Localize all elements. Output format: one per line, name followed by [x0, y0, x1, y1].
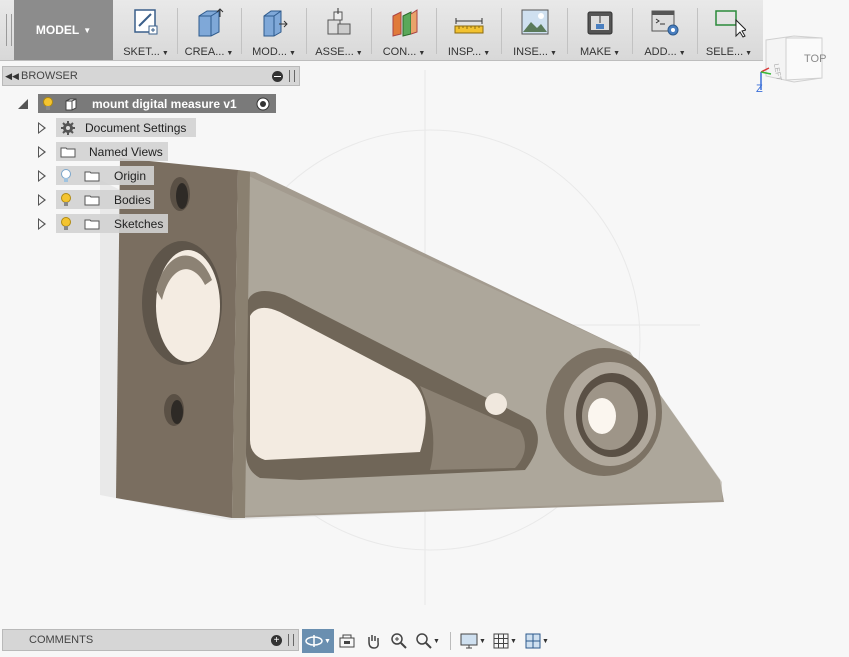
- tree-node[interactable]: Sketches: [56, 214, 168, 233]
- create-box-icon: [198, 8, 224, 37]
- pan-hand-icon: [368, 635, 379, 649]
- browser-title: BROWSER: [21, 70, 78, 82]
- minimize-icon[interactable]: [272, 70, 283, 82]
- assemble-icon: [327, 8, 351, 35]
- zoom-window-icon: [416, 633, 432, 649]
- collapse-panel-icon[interactable]: ◀◀: [3, 71, 21, 82]
- make-menu[interactable]: MAKE ▼: [572, 4, 628, 58]
- inspect-menu[interactable]: INSP... ▼: [441, 4, 497, 58]
- toolbar-grip[interactable]: [6, 14, 12, 46]
- tool-label: MAKE: [579, 46, 612, 58]
- modify-icon: [263, 10, 288, 37]
- tree-node[interactable]: Named Views: [56, 142, 168, 161]
- select-menu[interactable]: SELE... ▼: [701, 4, 757, 58]
- tree-node[interactable]: Origin: [56, 166, 154, 185]
- toolbar: MODEL ▼ SKET... ▼ CREA... ▼ MOD... ▼ ASS…: [0, 0, 763, 61]
- pan-button[interactable]: [360, 629, 386, 653]
- tree-item-label: Bodies: [114, 192, 151, 207]
- lightbulb-off-icon[interactable]: [60, 168, 72, 183]
- look-at-icon: [339, 634, 355, 648]
- expand-toggle-icon[interactable]: [38, 170, 46, 182]
- tool-label: ASSE...: [315, 46, 354, 58]
- pin-icon[interactable]: [289, 70, 295, 82]
- tool-label: INSE...: [513, 46, 548, 58]
- construct-menu[interactable]: CON... ▼: [376, 4, 432, 58]
- folder-icon: [84, 219, 100, 229]
- tool-label: CON...: [382, 46, 417, 58]
- tree-item-origin[interactable]: Origin: [0, 166, 300, 186]
- tree-item-label: Named Views: [89, 144, 163, 159]
- construct-icon: [392, 9, 418, 37]
- folder-icon: [60, 147, 76, 157]
- select-icon: [715, 10, 746, 38]
- assemble-menu[interactable]: ASSE... ▼: [311, 4, 367, 58]
- expand-toggle-icon[interactable]: [38, 194, 46, 206]
- activate-radio-icon[interactable]: [256, 97, 270, 111]
- tree-item-named-views[interactable]: Named Views: [0, 142, 300, 162]
- viewports-icon: [525, 633, 541, 649]
- tree-item-bodies[interactable]: Bodies: [0, 190, 300, 210]
- comments-title: COMMENTS: [29, 634, 94, 646]
- inspect-ruler-icon: [454, 18, 484, 34]
- tool-label: SELE...: [705, 46, 744, 58]
- expand-toggle-icon[interactable]: [38, 218, 46, 230]
- tree-item-label: Origin: [114, 168, 147, 183]
- gear-icon: [61, 120, 75, 135]
- tree-item-label: Document Settings: [85, 120, 187, 135]
- component-icon: [65, 98, 77, 110]
- make-3d-print-icon: [587, 11, 613, 35]
- workspace-label: MODEL: [35, 23, 80, 37]
- viewports-button[interactable]: ▼: [521, 629, 553, 653]
- tree-item-sketches[interactable]: Sketches: [0, 214, 300, 234]
- add-comment-icon[interactable]: +: [271, 634, 282, 646]
- create-menu[interactable]: CREA... ▼: [181, 4, 237, 58]
- tree-root-label: mount digital measure v1: [92, 96, 237, 111]
- browser-panel-header[interactable]: ◀◀ BROWSER: [2, 66, 300, 86]
- part-model[interactable]: [116, 158, 724, 518]
- tool-label: CREA...: [184, 46, 225, 58]
- tree-item-document-settings[interactable]: Document Settings: [0, 118, 300, 138]
- modify-menu[interactable]: MOD... ▼: [246, 4, 302, 58]
- pin-icon[interactable]: [288, 634, 294, 646]
- addins-menu[interactable]: ADD... ▼: [637, 4, 693, 58]
- navigation-bar: ▼ ▼ ▼ ▼ ▼: [302, 628, 553, 654]
- orbit-icon: [305, 635, 323, 647]
- tree-root-row[interactable]: mount digital measure v1: [0, 94, 300, 114]
- expand-toggle-icon[interactable]: [18, 99, 28, 109]
- tool-label: MOD...: [252, 46, 287, 58]
- tool-label: SKET...: [123, 46, 160, 58]
- tool-label: INSP...: [447, 46, 482, 58]
- expand-toggle-icon[interactable]: [38, 146, 46, 158]
- zoom-window-button[interactable]: ▼: [412, 629, 444, 653]
- grid-settings-button[interactable]: ▼: [489, 629, 521, 653]
- display-settings-button[interactable]: ▼: [457, 629, 489, 653]
- zoom-icon: [391, 633, 407, 649]
- lightbulb-on-icon[interactable]: [42, 96, 54, 111]
- grid-icon: [493, 633, 509, 649]
- workspace-switcher[interactable]: MODEL ▼: [14, 0, 113, 60]
- tree-root-node[interactable]: mount digital measure v1: [38, 94, 276, 113]
- lightbulb-on-icon[interactable]: [60, 192, 72, 207]
- folder-icon: [84, 171, 100, 181]
- tree-item-label: Sketches: [114, 216, 164, 231]
- sketch-menu[interactable]: SKET... ▼: [118, 4, 174, 58]
- lightbulb-on-icon[interactable]: [60, 216, 72, 231]
- orbit-button[interactable]: ▼: [302, 629, 334, 653]
- insert-menu[interactable]: INSE... ▼: [507, 4, 563, 58]
- chevron-down-icon: ▼: [83, 25, 92, 35]
- tool-label: ADD...: [644, 46, 677, 58]
- zoom-button[interactable]: [386, 629, 412, 653]
- sketch-icon: [134, 9, 158, 35]
- comments-panel-header[interactable]: COMMENTS +: [2, 629, 299, 651]
- folder-icon: [84, 195, 100, 205]
- tree-node[interactable]: Bodies: [56, 190, 154, 209]
- expand-toggle-icon[interactable]: [38, 122, 46, 134]
- display-monitor-icon: [460, 633, 478, 649]
- tree-node[interactable]: Document Settings: [56, 118, 196, 137]
- addins-icon: [651, 10, 679, 36]
- insert-image-icon: [521, 9, 549, 35]
- look-at-button[interactable]: [334, 629, 360, 653]
